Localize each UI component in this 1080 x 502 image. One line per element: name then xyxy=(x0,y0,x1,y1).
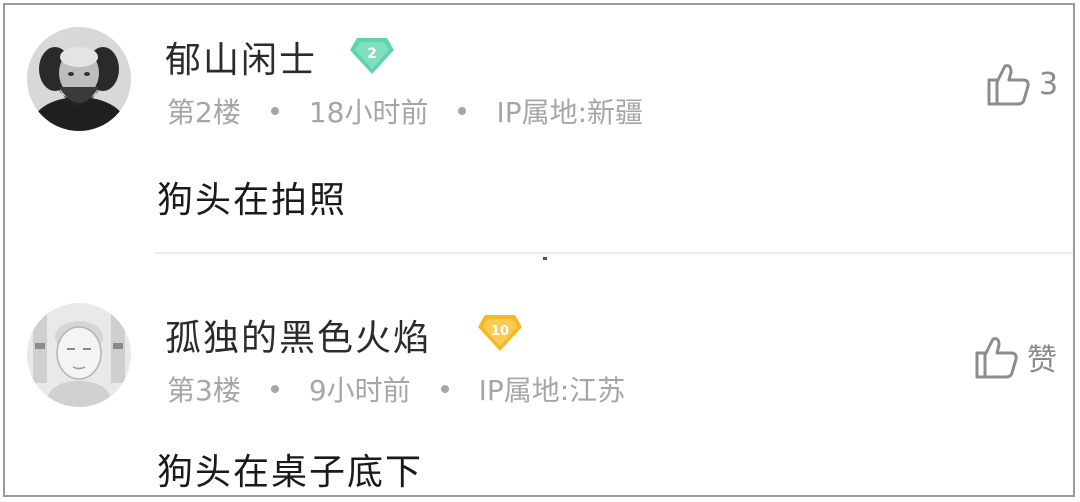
like-count: 3 xyxy=(1039,66,1059,102)
level-number: 10 xyxy=(491,324,509,339)
separator-dot xyxy=(440,385,449,393)
username[interactable]: 孤独的黑色火焰 xyxy=(165,309,431,361)
floor-number: 第3楼 xyxy=(167,374,241,407)
level-badge: 10 xyxy=(477,313,523,353)
bearded-man-portrait-icon xyxy=(27,27,131,131)
comment-text: 狗头在拍照 xyxy=(157,180,348,221)
diamond-level-icon: 10 xyxy=(478,315,522,351)
level-badge: 2 xyxy=(349,36,395,76)
level-number: 2 xyxy=(367,46,377,62)
comment-list: 郁山闲士 2 第2楼 18小时前 IP属地:新疆 3 狗头在拍照 孤独的黑色火焰… xyxy=(3,3,1075,497)
sketch-portrait-icon xyxy=(27,303,131,407)
like-button[interactable]: 赞 xyxy=(971,333,1057,381)
thumbs-up-icon xyxy=(987,64,1030,106)
separator-dot xyxy=(270,107,279,115)
separator-dot xyxy=(270,385,279,393)
diamond-level-icon: 2 xyxy=(350,38,394,74)
divider xyxy=(155,252,1073,254)
separator-dot xyxy=(458,107,467,115)
like-label: 赞 xyxy=(1027,343,1057,378)
comment-item: 郁山闲士 2 第2楼 18小时前 IP属地:新疆 3 狗头在拍照 xyxy=(5,5,1073,253)
ip-location: IP属地:新疆 xyxy=(496,96,644,129)
avatar[interactable] xyxy=(27,303,131,407)
comment-text: 狗头在桌子底下 xyxy=(157,452,424,493)
avatar[interactable] xyxy=(27,27,131,131)
comment-item: 孤独的黑色火焰 10 第3楼 9小时前 IP属地:江苏 赞 狗头在桌子底下 xyxy=(5,255,1073,499)
comment-meta: 第2楼 18小时前 IP属地:新疆 xyxy=(167,91,643,131)
post-time: 9小时前 xyxy=(308,374,411,407)
like-button[interactable]: 3 xyxy=(983,60,1058,108)
post-time: 18小时前 xyxy=(308,96,429,129)
comment-meta: 第3楼 9小时前 IP属地:江苏 xyxy=(167,369,625,409)
ip-location: IP属地:江苏 xyxy=(478,374,626,407)
username[interactable]: 郁山闲士 xyxy=(165,31,317,83)
floor-number: 第2楼 xyxy=(167,96,241,129)
thumbs-up-icon xyxy=(975,337,1018,379)
